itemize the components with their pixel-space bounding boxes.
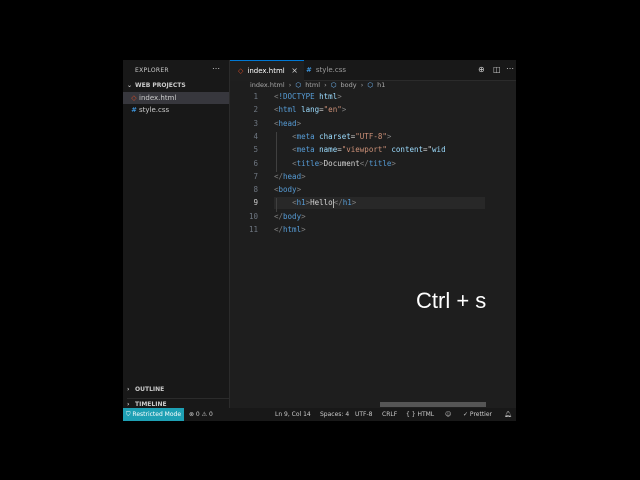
split-editor-icon[interactable]: ◫ — [493, 65, 501, 74]
chevron-right-icon: › — [360, 81, 364, 89]
element-icon: ⬡ — [295, 81, 302, 89]
editor-area: ◇ index.html × # style.css ⊕ ◫ ⋯ index.htm… — [230, 60, 516, 408]
html-file-icon: ◇ — [238, 67, 244, 75]
code-line[interactable]: <meta charset="UTF-8"> — [274, 132, 391, 141]
line-number: 7 — [253, 171, 258, 181]
notifications-bell-icon[interactable]: 🔔︎ — [504, 408, 512, 421]
line-number: 10 — [248, 211, 258, 221]
indentation[interactable]: Spaces: 4 — [320, 408, 349, 421]
cursor-position[interactable]: Ln 9, Col 14 — [275, 408, 311, 421]
file-label: index.html — [139, 94, 177, 102]
chevron-right-icon: › — [324, 81, 327, 89]
vscode-window: EXPLORER ⋯ ⌄ WEB PROJECTS ◇ index.html # st… — [123, 60, 516, 421]
line-number: 11 — [248, 225, 258, 234]
restricted-mode-badge[interactable]: ⛉ Restricted Mode — [123, 408, 185, 421]
line-number: 2 — [253, 105, 258, 115]
code-line[interactable]: <meta name="viewport" content="wid — [274, 145, 446, 154]
chevron-right-icon: › — [127, 401, 130, 408]
open-preview-icon[interactable]: ⊕ — [478, 65, 485, 74]
line-number: 6 — [253, 158, 258, 168]
file-style-css[interactable]: # style.css — [123, 104, 229, 116]
timeline-section[interactable]: › TIMELINE — [127, 398, 229, 408]
code-line[interactable]: </body> — [274, 212, 306, 221]
explorer-sidebar: EXPLORER ⋯ ⌄ WEB PROJECTS ◇ index.html # st… — [123, 60, 230, 408]
folder-label: WEB PROJECTS — [135, 82, 186, 89]
status-bar: ⛉ Restricted Mode ⊗ 0 ⚠ 0 Ln 9, Col 14 S… — [123, 408, 516, 421]
tab-style-css[interactable]: # style.css — [298, 60, 362, 80]
line-ending[interactable]: CRLF — [382, 408, 397, 421]
encoding[interactable]: UTF-8 — [355, 408, 373, 421]
tab-label: style.css — [315, 66, 347, 74]
code-line[interactable]: <title>Document</title> — [274, 159, 396, 168]
indent-guide — [276, 131, 277, 172]
more-actions-icon[interactable]: ⋯ — [506, 64, 514, 73]
breadcrumb-item[interactable]: html — [305, 81, 320, 89]
line-number: 1 — [253, 92, 258, 101]
restricted-label: Restricted Mode — [132, 411, 182, 418]
copilot-icon[interactable]: ☺ — [445, 408, 451, 421]
tab-label: index.html — [247, 67, 285, 75]
chevron-right-icon: › — [127, 386, 130, 393]
line-number: 3 — [253, 118, 258, 128]
code-line[interactable]: <body> — [274, 185, 301, 194]
keyboard-shortcut-overlay: Ctrl + s — [416, 288, 487, 313]
code-line[interactable]: <html lang="en"> — [274, 105, 346, 114]
file-index-html[interactable]: ◇ index.html — [123, 92, 229, 104]
code-line[interactable]: <head> — [274, 119, 301, 128]
code-line[interactable]: <h1>Hello</h1> — [274, 198, 356, 208]
explorer-title: EXPLORER — [135, 67, 169, 74]
css-file-icon: # — [306, 66, 312, 74]
line-number: 4 — [253, 131, 258, 141]
line-number: 5 — [253, 145, 258, 155]
file-label: style.css — [139, 106, 170, 114]
close-icon[interactable]: × — [291, 61, 298, 81]
folder-web-projects[interactable]: ⌄ WEB PROJECTS — [127, 82, 186, 89]
outline-label: OUTLINE — [135, 386, 165, 393]
breadcrumb-item[interactable]: index.html — [250, 81, 285, 89]
breadcrumb-item[interactable]: h1 — [377, 81, 385, 89]
problems-indicator[interactable]: ⊗ 0 ⚠ 0 — [189, 408, 213, 421]
code-line[interactable]: <!DOCTYPE html> — [274, 92, 342, 101]
language-mode[interactable]: { } HTML — [406, 408, 434, 421]
breadcrumb-item[interactable]: body — [341, 81, 357, 89]
code-line[interactable]: </head> — [274, 172, 306, 181]
line-number: 8 — [253, 185, 258, 195]
element-icon: ⬡ — [367, 81, 374, 89]
indent-guide — [276, 198, 277, 212]
chevron-right-icon: › — [288, 81, 292, 89]
more-icon[interactable]: ⋯ — [212, 64, 220, 73]
outline-section[interactable]: › OUTLINE — [127, 386, 164, 393]
timeline-label: TIMELINE — [135, 401, 167, 408]
chevron-down-icon: ⌄ — [127, 82, 133, 89]
code-line[interactable]: </html> — [274, 225, 306, 234]
horizontal-scrollbar[interactable] — [380, 402, 486, 407]
element-icon: ⬡ — [330, 81, 337, 89]
tab-bar: ◇ index.html × # style.css ⊕ ◫ ⋯ — [230, 60, 516, 81]
tab-index-html[interactable]: ◇ index.html × — [230, 60, 304, 81]
line-number: 9 — [253, 198, 258, 208]
html-file-icon: ◇ — [131, 94, 137, 102]
css-file-icon: # — [131, 106, 137, 114]
prettier-status[interactable]: ✓ Prettier — [463, 408, 492, 421]
breadcrumb: index.html › ⬡ html › ⬡ body › ⬡ h1 — [250, 81, 387, 91]
